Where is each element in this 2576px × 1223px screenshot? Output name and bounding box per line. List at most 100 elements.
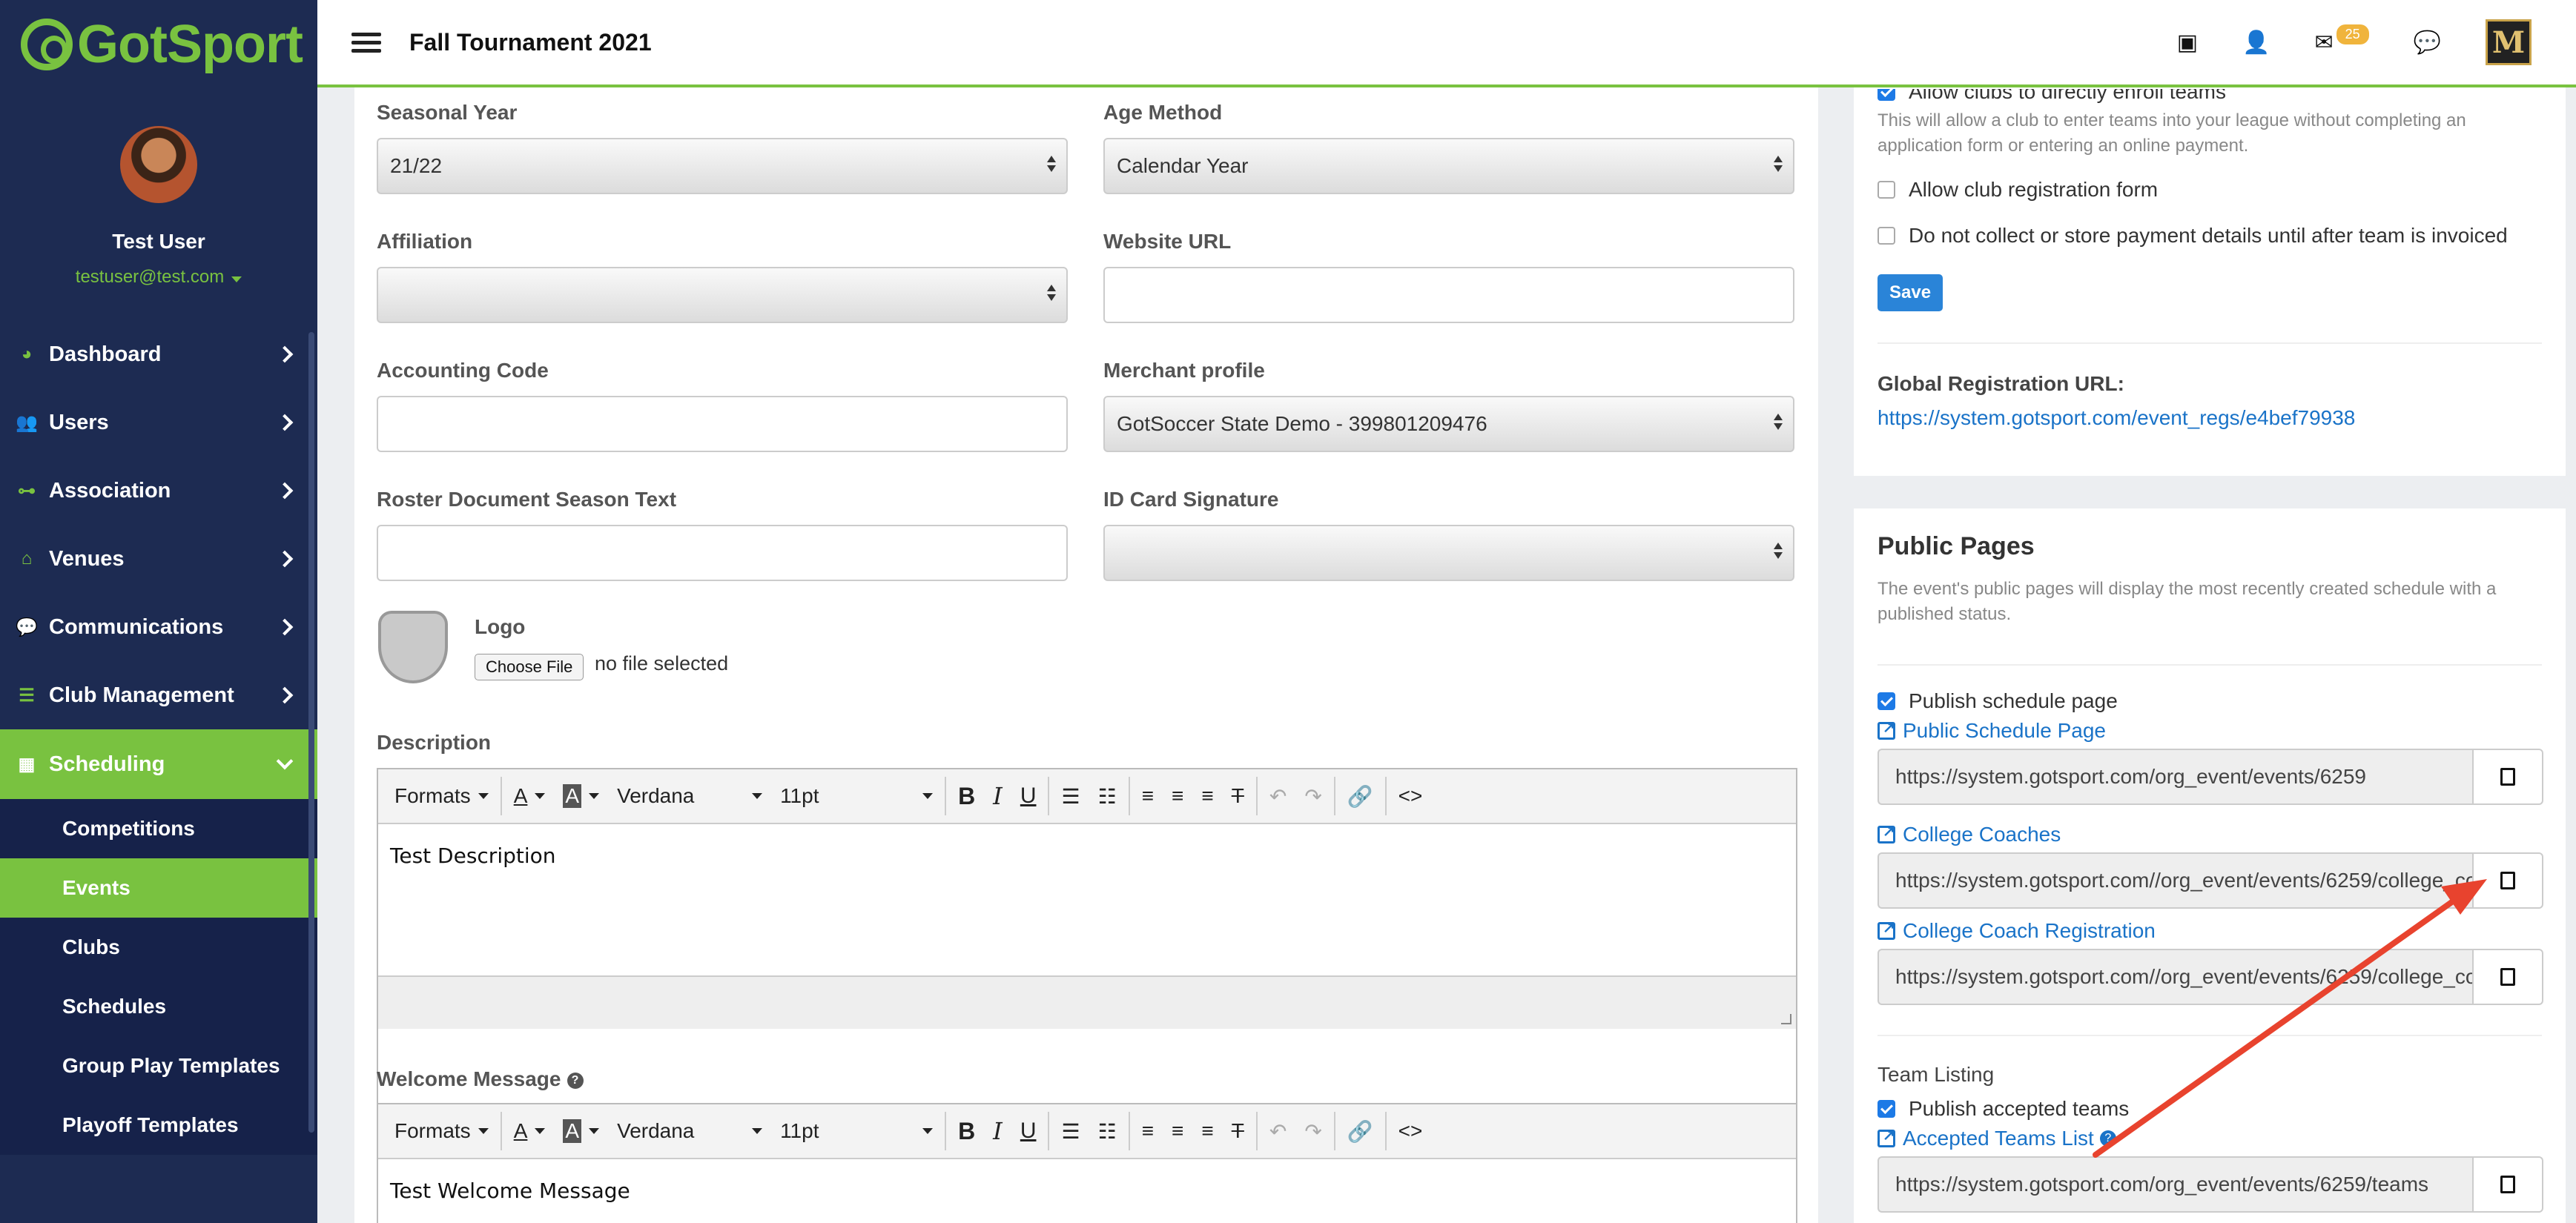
brand-logo[interactable]: GotSport <box>0 0 317 89</box>
align-right-icon[interactable]: ≡ <box>1192 769 1222 823</box>
help-icon[interactable]: ? <box>567 1072 584 1089</box>
avatar[interactable] <box>120 126 197 203</box>
website-url-input[interactable] <box>1103 267 1794 323</box>
accepted-teams-list-link[interactable]: Accepted Teams List ? <box>1877 1126 2116 1150</box>
font-size-dropdown[interactable]: 11pt <box>771 1104 942 1159</box>
sidebar-item-venues[interactable]: ⌂ Venues <box>0 525 317 593</box>
college-coach-registration-url-field[interactable]: https://system.gotsport.com//org_event/e… <box>1877 949 2472 1005</box>
bold-button[interactable]: B <box>949 769 984 823</box>
publish-schedule-checkbox[interactable] <box>1877 692 1895 710</box>
sidebar-subitem-schedules[interactable]: Schedules <box>0 977 317 1036</box>
sidebar-item-club-management[interactable]: ☰ Club Management <box>0 661 317 729</box>
college-coaches-url-field[interactable]: https://system.gotsport.com//org_event/e… <box>1877 852 2472 909</box>
sidebar-item-dashboard[interactable]: ◕ Dashboard <box>0 320 317 388</box>
sidebar-item-users[interactable]: 👥 Users <box>0 388 317 457</box>
font-size-dropdown[interactable]: 11pt <box>771 769 942 823</box>
roster-text-input[interactable] <box>377 525 1068 581</box>
public-schedule-page-link[interactable]: Public Schedule Page <box>1877 718 2106 743</box>
user-email-dropdown[interactable]: testuser@test.com <box>0 267 317 288</box>
sidebar-item-association[interactable]: ⊶ Association <box>0 457 317 525</box>
numbered-list-icon[interactable]: ☷ <box>1089 1104 1126 1159</box>
formats-dropdown[interactable]: Formats <box>378 1104 498 1159</box>
source-code-icon[interactable]: <> <box>1390 1104 1432 1159</box>
age-method-select[interactable]: Calendar Year <box>1103 138 1794 194</box>
defer-payment-row[interactable]: Do not collect or store payment details … <box>1877 224 2508 248</box>
publish-schedule-row[interactable]: Publish schedule page <box>1877 689 2118 713</box>
sidebar-subitem-competitions[interactable]: Competitions <box>0 799 317 858</box>
sidebar-item-scheduling[interactable]: ▦ Scheduling <box>0 729 317 799</box>
public-pages-help: The event's public pages will display th… <box>1877 579 2497 624</box>
save-button[interactable]: Save <box>1877 274 1943 311</box>
description-body[interactable]: Test Description <box>378 824 1796 975</box>
organization-avatar[interactable]: M <box>2486 19 2532 65</box>
sidebar-subitem-group-play-templates[interactable]: Group Play Templates <box>0 1036 317 1096</box>
affiliation-select[interactable] <box>377 267 1068 323</box>
choose-file-button[interactable]: Choose File <box>475 654 584 680</box>
numbered-list-icon[interactable]: ☷ <box>1089 769 1126 823</box>
clear-formatting-icon[interactable]: T <box>1223 769 1253 823</box>
sidebar-subitem-events[interactable]: Events <box>0 858 317 918</box>
sidebar-subitem-clubs[interactable]: Clubs <box>0 918 317 977</box>
background-color-button[interactable]: A <box>554 769 608 823</box>
welcome-message-body[interactable]: Test Welcome Message <box>378 1159 1796 1222</box>
copy-button[interactable] <box>2472 749 2543 805</box>
bullet-list-icon[interactable]: ☰ <box>1052 1104 1089 1159</box>
redo-icon[interactable]: ↷ <box>1295 1104 1330 1159</box>
chat-icon[interactable]: 💬 <box>2414 30 2441 56</box>
italic-button[interactable]: I <box>984 769 1011 823</box>
accepted-teams-url-field[interactable]: https://system.gotsport.com/org_event/ev… <box>1877 1156 2472 1213</box>
align-center-icon[interactable]: ≡ <box>1163 1104 1192 1159</box>
help-icon[interactable]: ? <box>2099 1130 2116 1147</box>
bold-button[interactable]: B <box>949 1104 984 1159</box>
italic-button[interactable]: I <box>984 1104 1011 1159</box>
align-right-icon[interactable]: ≡ <box>1192 1104 1222 1159</box>
clear-formatting-icon[interactable]: T <box>1223 1104 1253 1159</box>
club-registration-form-checkbox[interactable] <box>1877 181 1895 199</box>
link-icon[interactable]: 🔗 <box>1338 1104 1382 1159</box>
formats-dropdown[interactable]: Formats <box>378 769 498 823</box>
select-arrows-icon <box>1774 543 1783 559</box>
copy-button[interactable] <box>2472 949 2543 1005</box>
publish-teams-row[interactable]: Publish accepted teams <box>1877 1097 2129 1121</box>
public-schedule-url-field[interactable]: https://system.gotsport.com/org_event/ev… <box>1877 749 2472 805</box>
global-registration-url-link[interactable]: https://system.gotsport.com/event_regs/e… <box>1877 406 2355 430</box>
copy-button[interactable] <box>2472 1156 2543 1213</box>
sidebar-item-communications[interactable]: 💬 Communications <box>0 593 317 661</box>
underline-button[interactable]: U <box>1011 1104 1046 1159</box>
font-family-dropdown[interactable]: Verdana <box>608 769 771 823</box>
accounting-code-input[interactable] <box>377 396 1068 452</box>
background-color-button[interactable]: A <box>554 1104 608 1159</box>
public-schedule-page-link-label: Public Schedule Page <box>1903 719 2106 742</box>
source-code-icon[interactable]: <> <box>1390 769 1432 823</box>
bullet-list-icon[interactable]: ☰ <box>1052 769 1089 823</box>
text-color-button[interactable]: A <box>505 1104 555 1159</box>
college-coach-registration-link[interactable]: College Coach Registration <box>1877 918 2156 943</box>
qr-code-icon[interactable]: ▣ <box>2177 30 2198 56</box>
hamburger-menu-icon[interactable] <box>351 28 381 57</box>
publish-teams-checkbox[interactable] <box>1877 1100 1895 1118</box>
merchant-profile-select[interactable]: GotSoccer State Demo - 399801209476 <box>1103 396 1794 452</box>
club-registration-form-row[interactable]: Allow club registration form <box>1877 178 2158 202</box>
link-icon[interactable]: 🔗 <box>1338 769 1382 823</box>
align-left-icon[interactable]: ≡ <box>1133 769 1163 823</box>
text-color-button[interactable]: A <box>505 769 555 823</box>
underline-button[interactable]: U <box>1011 769 1046 823</box>
redo-icon[interactable]: ↷ <box>1295 769 1330 823</box>
registration-options-card: Allow clubs to directly enroll teams Thi… <box>1854 87 2566 476</box>
seasonal-year-select[interactable]: 21/22 <box>377 138 1068 194</box>
sidebar-scrollbar[interactable] <box>308 332 314 1133</box>
font-family-dropdown[interactable]: Verdana <box>608 1104 771 1159</box>
id-card-select[interactable] <box>1103 525 1794 581</box>
college-coaches-link[interactable]: College Coaches <box>1877 822 2061 846</box>
formats-label: Formats <box>394 1119 471 1142</box>
sidebar-subitem-playoff-templates[interactable]: Playoff Templates <box>0 1096 317 1155</box>
copy-button[interactable] <box>2472 852 2543 909</box>
defer-payment-checkbox[interactable] <box>1877 227 1895 245</box>
undo-icon[interactable]: ↶ <box>1261 1104 1295 1159</box>
user-icon[interactable]: 👤 <box>2242 30 2270 56</box>
mail-button[interactable]: ✉ 25 <box>2314 24 2369 56</box>
align-left-icon[interactable]: ≡ <box>1133 1104 1163 1159</box>
resize-handle-icon[interactable] <box>1781 1014 1791 1024</box>
align-center-icon[interactable]: ≡ <box>1163 769 1192 823</box>
undo-icon[interactable]: ↶ <box>1261 769 1295 823</box>
